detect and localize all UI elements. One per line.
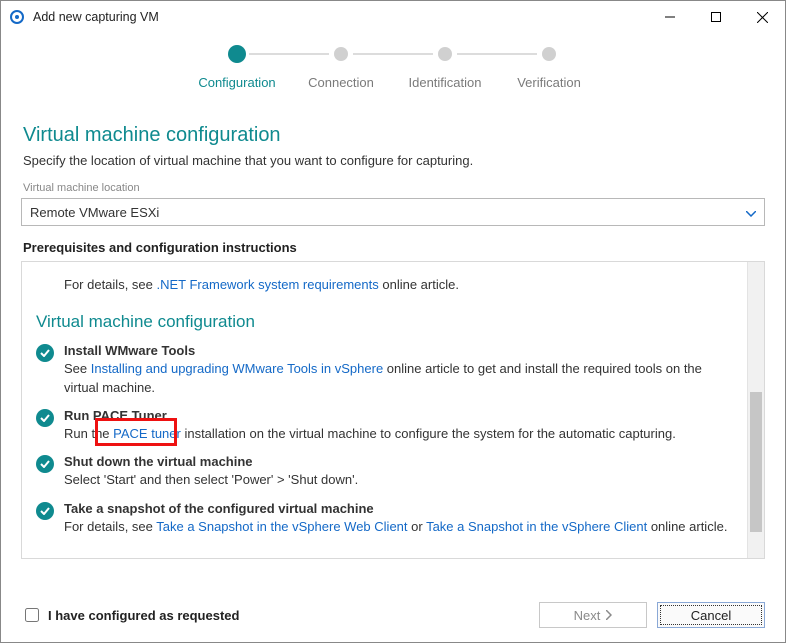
link-dotnet-reqs[interactable]: .NET Framework system requirements — [157, 277, 379, 292]
app-icon — [9, 9, 25, 25]
stepper: Configuration Connection Identification … — [1, 33, 785, 94]
check-icon — [36, 409, 54, 427]
step-label: Connection — [308, 75, 374, 90]
cutoff-detail: For details, see .NET Framework system r… — [64, 276, 729, 294]
step-connection[interactable]: Connection — [289, 47, 393, 90]
link-snapshot-web[interactable]: Take a Snapshot in the vSphere Web Clien… — [156, 519, 407, 534]
confirm-checkbox[interactable] — [25, 608, 39, 622]
check-icon — [36, 455, 54, 473]
instruction-item: Run PACE Tuner Run the PACE tuner instal… — [36, 407, 729, 443]
close-button[interactable] — [739, 1, 785, 33]
step-dot-icon — [334, 47, 348, 61]
step-dot-icon — [228, 45, 246, 63]
confirm-checkbox-row[interactable]: I have configured as requested — [21, 605, 529, 625]
confirm-checkbox-label: I have configured as requested — [48, 608, 239, 623]
step-dot-icon — [438, 47, 452, 61]
instruction-title: Install WMware Tools — [64, 342, 729, 360]
maximize-button[interactable] — [693, 1, 739, 33]
instruction-item: Install WMware Tools See Installing and … — [36, 342, 729, 397]
instruction-body: See Installing and upgrading WMware Tool… — [64, 360, 729, 396]
chevron-down-icon — [746, 205, 756, 220]
titlebar: Add new capturing VM — [1, 1, 785, 33]
instructions-scroll[interactable]: For details, see .NET Framework system r… — [22, 262, 747, 558]
check-icon — [36, 344, 54, 362]
scrollbar-thumb[interactable] — [750, 392, 762, 532]
content-area: Virtual machine configuration Specify th… — [1, 94, 785, 592]
instruction-body: Select 'Start' and then select 'Power' >… — [64, 471, 729, 489]
check-icon — [36, 502, 54, 520]
instructions-panel: For details, see .NET Framework system r… — [21, 261, 765, 559]
cutoff-title — [64, 272, 729, 276]
next-button[interactable]: Next — [539, 602, 647, 628]
step-identification[interactable]: Identification — [393, 47, 497, 90]
vm-location-label: Virtual machine location — [23, 182, 763, 194]
step-label: Verification — [517, 75, 581, 90]
prereq-heading: Prerequisites and configuration instruct… — [23, 240, 763, 255]
scrollbar[interactable] — [747, 262, 764, 558]
step-label: Identification — [409, 75, 482, 90]
page-subtitle: Specify the location of virtual machine … — [23, 153, 763, 168]
step-dot-icon — [542, 47, 556, 61]
step-configuration[interactable]: Configuration — [185, 47, 289, 90]
link-pace-tuner[interactable]: PACE tuner — [113, 426, 181, 441]
instruction-item: Take a snapshot of the configured virtua… — [36, 500, 729, 536]
chevron-right-icon — [606, 610, 612, 620]
page-title: Virtual machine configuration — [23, 124, 763, 147]
window-title: Add new capturing VM — [33, 10, 159, 24]
window-root: Add new capturing VM Configuration Conne… — [0, 0, 786, 643]
instruction-title: Shut down the virtual machine — [64, 453, 729, 471]
window-controls — [647, 1, 785, 33]
vm-location-value: Remote VMware ESXi — [30, 205, 159, 220]
vmconf-heading: Virtual machine configuration — [36, 312, 729, 332]
link-snapshot-client[interactable]: Take a Snapshot in the vSphere Client — [426, 519, 647, 534]
instruction-body: For details, see Take a Snapshot in the … — [64, 518, 729, 536]
step-label: Configuration — [198, 75, 275, 90]
minimize-button[interactable] — [647, 1, 693, 33]
instruction-body: Run the PACE tuner installation on the v… — [64, 425, 729, 443]
instruction-title: Take a snapshot of the configured virtua… — [64, 500, 729, 518]
vm-location-select[interactable]: Remote VMware ESXi — [21, 198, 765, 226]
step-verification[interactable]: Verification — [497, 47, 601, 90]
footer: I have configured as requested Next Canc… — [1, 592, 785, 642]
cancel-button[interactable]: Cancel — [657, 602, 765, 628]
instruction-item: Shut down the virtual machine Select 'St… — [36, 453, 729, 489]
link-install-tools[interactable]: Installing and upgrading WMware Tools in… — [91, 361, 383, 376]
instruction-title: Run PACE Tuner — [64, 407, 729, 425]
